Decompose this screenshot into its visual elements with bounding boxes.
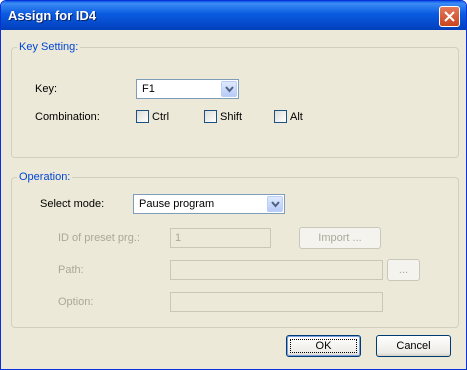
- operation-group: Operation: Select mode: Pause program ID…: [11, 171, 459, 328]
- preset-id-label: ID of preset prg.:: [58, 232, 140, 244]
- key-dropdown[interactable]: F1: [136, 79, 239, 99]
- window-title: Assign for ID4: [8, 8, 97, 23]
- key-setting-group: Key Setting: Key: F1 Combination: Ctrl S…: [11, 41, 459, 158]
- shift-label[interactable]: Shift: [220, 111, 242, 123]
- shift-checkbox[interactable]: [204, 110, 217, 123]
- ctrl-label[interactable]: Ctrl: [152, 111, 169, 123]
- ok-button[interactable]: OK: [286, 335, 361, 357]
- import-button[interactable]: Import ...: [299, 227, 381, 249]
- title-bar[interactable]: Assign for ID4: [1, 1, 466, 30]
- chevron-down-icon: [225, 86, 234, 93]
- preset-id-value: 1: [175, 232, 182, 244]
- path-field[interactable]: [170, 260, 383, 280]
- browse-button[interactable]: ...: [387, 259, 420, 281]
- select-mode-label: Select mode:: [40, 198, 105, 210]
- key-value: F1: [142, 83, 155, 95]
- select-mode-dropdown[interactable]: Pause program: [133, 194, 285, 214]
- option-label: Option:: [58, 296, 94, 308]
- alt-checkbox[interactable]: [274, 110, 287, 123]
- path-label: Path:: [58, 264, 84, 276]
- combination-label: Combination:: [35, 111, 100, 123]
- dialog-body: Key Setting: Key: F1 Combination: Ctrl S…: [4, 30, 463, 366]
- key-dropdown-button[interactable]: [221, 81, 237, 97]
- dialog-window: Assign for ID4 Key Setting: Key: F1 Comb…: [0, 0, 467, 370]
- focus-rect: [290, 339, 357, 353]
- chevron-down-icon: [271, 201, 280, 208]
- option-field[interactable]: [170, 292, 383, 312]
- close-button[interactable]: [439, 6, 460, 27]
- select-mode-value: Pause program: [139, 198, 215, 210]
- select-mode-dropdown-button[interactable]: [267, 196, 283, 212]
- key-label: Key:: [35, 83, 58, 95]
- key-setting-legend: Key Setting:: [17, 41, 81, 53]
- close-icon: [444, 11, 455, 22]
- alt-label[interactable]: Alt: [290, 111, 303, 123]
- preset-id-field[interactable]: 1: [170, 228, 271, 248]
- ctrl-checkbox[interactable]: [136, 110, 149, 123]
- operation-legend: Operation:: [17, 171, 73, 183]
- cancel-button[interactable]: Cancel: [376, 335, 451, 357]
